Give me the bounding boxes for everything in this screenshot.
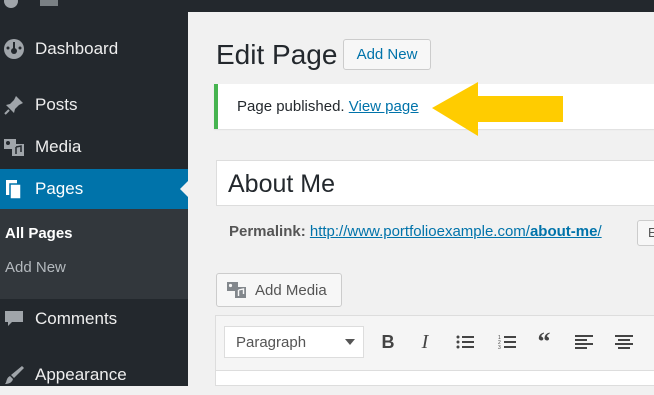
pages-submenu: All Pages Add New [0, 209, 188, 299]
sidebar-item-pages[interactable]: Pages [0, 169, 188, 209]
edit-permalink-button[interactable]: E [637, 220, 654, 246]
permalink-label: Permalink: [229, 223, 306, 240]
sidebar-item-comments[interactable]: Comments [0, 299, 188, 339]
permalink-link[interactable]: http://www.portfolioexample.com/about-me… [310, 223, 602, 240]
format-select-value: Paragraph [236, 334, 307, 351]
caret-down-icon [345, 339, 355, 345]
dashboard-icon [2, 37, 26, 61]
yellow-arrow-icon [432, 82, 563, 136]
permalink-base: http://www.portfolioexample.com/ [309, 223, 530, 240]
sidebar-item-label: Dashboard [35, 39, 119, 58]
home-icon[interactable] [40, 0, 58, 6]
add-media-icon [227, 281, 247, 299]
submenu-add-new[interactable]: Add New [5, 259, 66, 276]
notice-message: Page published. View page [237, 98, 419, 115]
align-left-icon[interactable] [572, 329, 596, 355]
svg-text:3: 3 [498, 345, 501, 350]
add-media-button[interactable]: Add Media [216, 273, 342, 307]
permalink-slug: about-me [529, 223, 598, 240]
brush-icon [2, 363, 26, 387]
sidebar-item-dashboard[interactable]: Dashboard [0, 29, 188, 69]
sidebar-item-media[interactable]: Media [0, 127, 188, 167]
sidebar-item-appearance[interactable]: Appearance [0, 355, 188, 395]
page-title: Edit Page [216, 39, 338, 70]
blockquote-icon[interactable]: “ [532, 327, 556, 356]
editor-toolbar: Paragraph B I 123 “ [216, 316, 654, 371]
bulleted-list-icon[interactable] [453, 329, 477, 355]
view-page-link[interactable]: View page [349, 98, 419, 115]
permalink-end: / [597, 223, 602, 240]
permalink-row: Permalink: http://www.portfolioexample.c… [229, 223, 602, 240]
sidebar-item-label: Media [35, 137, 82, 156]
sidebar-item-label: Appearance [35, 365, 127, 384]
wordpress-logo-icon[interactable] [4, 0, 18, 8]
comment-icon [2, 307, 26, 331]
numbered-list-icon[interactable]: 123 [495, 329, 519, 355]
content-editor: Paragraph B I 123 “ [215, 315, 654, 386]
admin-bar [0, 0, 654, 12]
media-icon [2, 135, 26, 159]
page-title-input[interactable]: About Me [216, 160, 654, 206]
sidebar-item-label: Pages [35, 179, 84, 198]
sidebar-item-label: Comments [35, 309, 118, 328]
sidebar-item-label: Posts [35, 95, 78, 114]
submenu-all-pages[interactable]: All Pages [5, 225, 73, 242]
italic-icon[interactable]: I [413, 329, 437, 355]
format-select[interactable]: Paragraph [224, 326, 364, 358]
pages-icon [2, 177, 26, 201]
add-new-button[interactable]: Add New [343, 39, 431, 70]
pin-icon [2, 93, 26, 117]
notice-text: Page published. [237, 98, 345, 115]
bold-icon[interactable]: B [376, 329, 400, 355]
sidebar-item-posts[interactable]: Posts [0, 85, 188, 125]
add-media-label: Add Media [255, 281, 327, 299]
align-center-icon[interactable] [612, 329, 636, 355]
admin-sidebar: Dashboard Posts Media Pages All Pages Ad… [0, 12, 188, 386]
